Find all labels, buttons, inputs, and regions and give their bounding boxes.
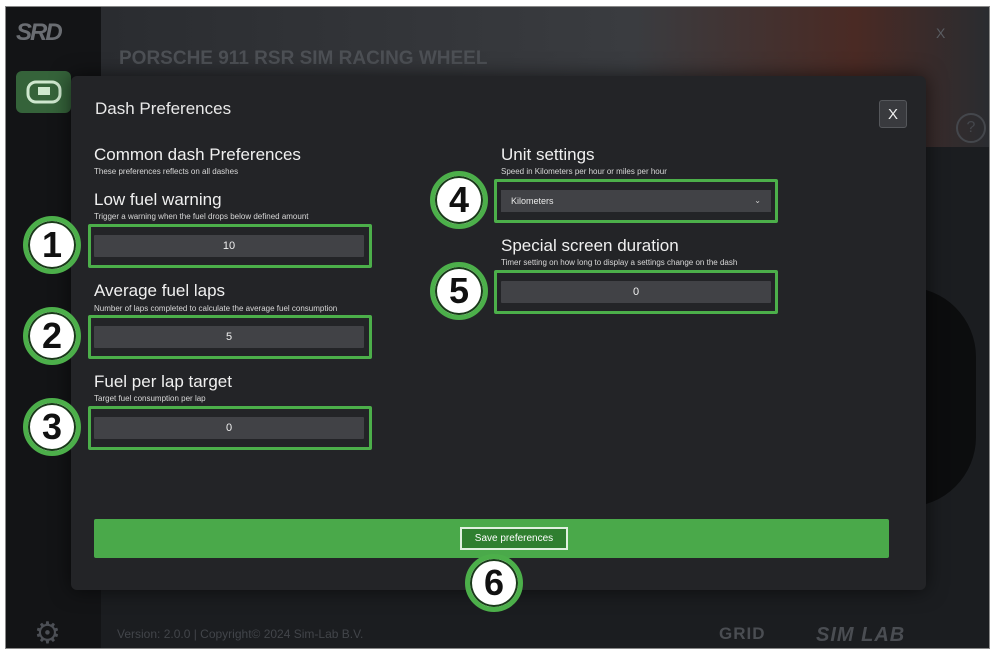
simlab-logo: SIM LAB [816, 624, 906, 646]
low-fuel-input[interactable]: 10 [94, 235, 364, 257]
low-fuel-description: Trigger a warning when the fuel drops be… [94, 212, 309, 221]
fuel-per-lap-label: Fuel per lap target [94, 372, 232, 391]
chevron-down-icon: ⌄ [754, 196, 761, 205]
steering-wheel-icon [26, 80, 62, 104]
help-icon[interactable]: ? [956, 113, 986, 143]
avg-fuel-laps-input[interactable]: 5 [94, 326, 364, 348]
steering-wheel-nav-button[interactable] [16, 71, 71, 113]
common-preferences-description: These preferences reflects on all dashes [94, 167, 239, 176]
gear-icon[interactable]: ⚙ [34, 619, 61, 649]
avg-fuel-laps-description: Number of laps completed to calculate th… [94, 304, 338, 313]
unit-select-value: Kilometers [511, 196, 554, 206]
save-bar[interactable]: Save preferences [94, 519, 889, 558]
fuel-per-lap-description: Target fuel consumption per lap [94, 394, 206, 403]
callout-badge-6: 6 [465, 554, 523, 612]
callout-badge-4: 4 [430, 171, 488, 229]
dialog-close-button[interactable]: X [879, 100, 907, 128]
special-screen-description: Timer setting on how long to display a s… [501, 258, 738, 267]
save-preferences-button[interactable]: Save preferences [460, 527, 568, 550]
callout-badge-5: 5 [430, 262, 488, 320]
low-fuel-label: Low fuel warning [94, 190, 222, 209]
common-preferences-heading: Common dash Preferences [94, 145, 301, 164]
app-title: PORSCHE 911 RSR SIM RACING WHEEL [119, 48, 488, 69]
unit-select[interactable]: Kilometers ⌄ [501, 190, 771, 212]
dash-preferences-dialog: Dash Preferences X Common dash Preferenc… [71, 76, 926, 590]
app-close-button[interactable]: X [936, 25, 945, 41]
callout-badge-3: 3 [23, 398, 81, 456]
footer-version: Version: 2.0.0 | Copyright© 2024 Sim-Lab… [117, 627, 364, 641]
fuel-per-lap-input[interactable]: 0 [94, 417, 364, 439]
unit-settings-description: Speed in Kilometers per hour or miles pe… [501, 167, 667, 176]
special-screen-label: Special screen duration [501, 236, 679, 255]
callout-badge-2: 2 [23, 307, 81, 365]
avg-fuel-laps-label: Average fuel laps [94, 281, 226, 300]
brand-logo: SRD [16, 19, 63, 46]
grid-logo: GRID [719, 624, 766, 643]
special-screen-input[interactable]: 0 [501, 281, 771, 303]
dialog-title: Dash Preferences [95, 99, 232, 118]
unit-settings-label: Unit settings [501, 145, 595, 164]
callout-badge-1: 1 [23, 216, 81, 274]
